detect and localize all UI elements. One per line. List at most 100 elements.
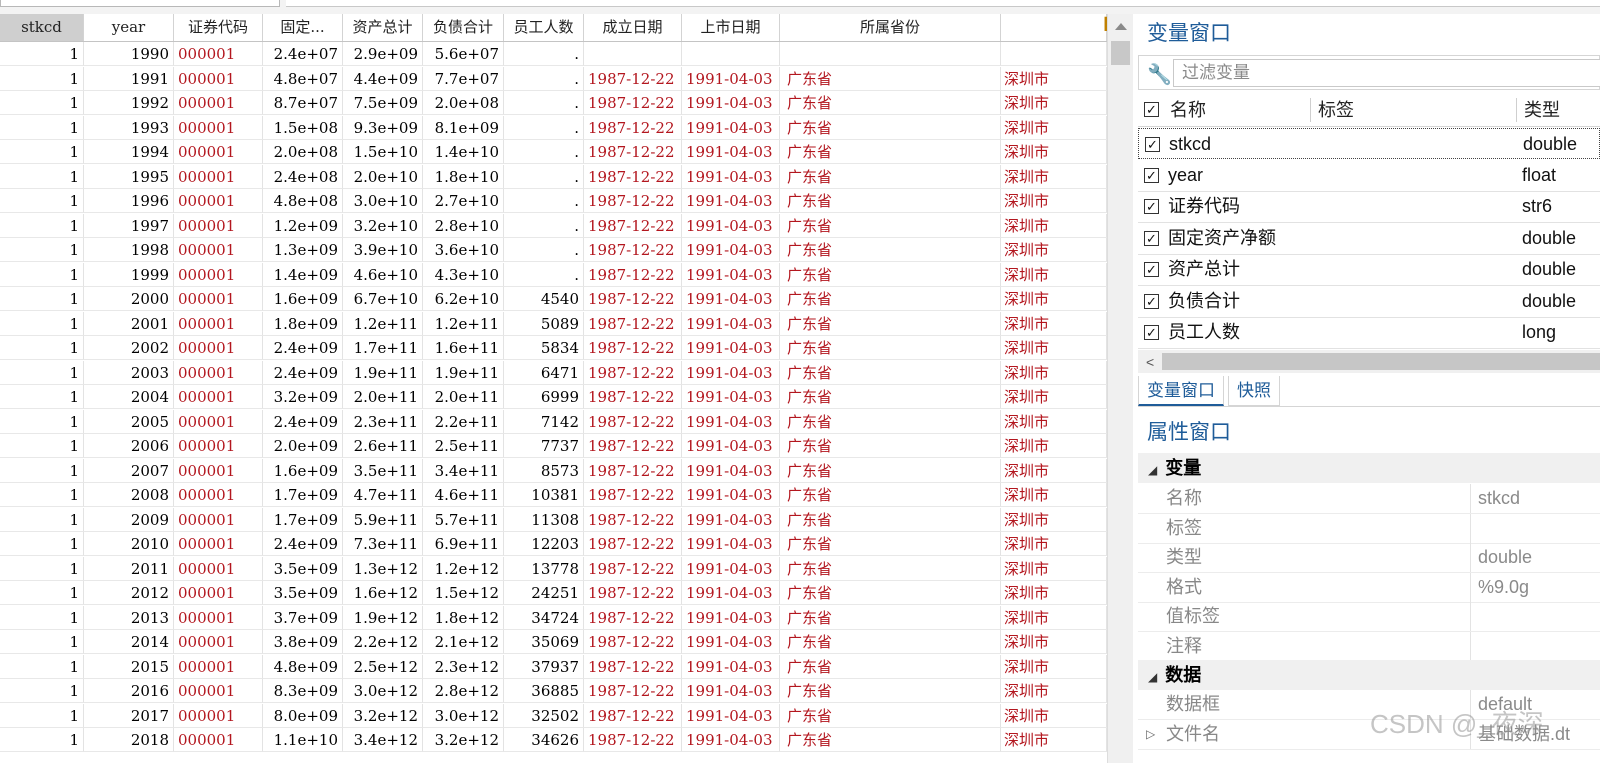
table-cell[interactable]: 8.7e+07 xyxy=(263,91,343,115)
table-cell[interactable]: 000001 xyxy=(174,507,263,532)
table-cell[interactable]: . xyxy=(504,140,584,164)
table-cell[interactable]: 7.3e+11 xyxy=(343,532,423,556)
table-cell[interactable]: 广东省 xyxy=(780,140,1001,164)
table-cell[interactable]: 000001 xyxy=(174,115,263,140)
table-cell[interactable]: 3.9e+10 xyxy=(343,238,423,262)
table-cell[interactable]: 000001 xyxy=(174,164,263,189)
table-cell[interactable]: 广东省 xyxy=(780,115,1001,140)
table-cell[interactable]: 1987-12-22 xyxy=(584,140,682,164)
table-cell[interactable]: 深圳市 xyxy=(1001,213,1107,238)
table-cell[interactable]: 1987-12-22 xyxy=(584,581,682,605)
table-cell[interactable]: 1 xyxy=(0,556,84,581)
table-row[interactable]: 1 2001 000001 1.8e+09 1.2e+11 1.2e+11 5089 1987… xyxy=(0,311,1107,336)
table-cell[interactable]: 2.9e+09 xyxy=(343,42,423,66)
table-cell[interactable]: 广东省 xyxy=(780,581,1001,605)
table-cell[interactable]: 深圳市 xyxy=(1001,140,1107,164)
table-cell[interactable]: 深圳市 xyxy=(1001,385,1107,409)
table-cell[interactable]: 1 xyxy=(0,140,84,164)
table-row[interactable]: 1 2005 000001 2.4e+09 2.3e+11 2.2e+11 7142 1987… xyxy=(0,409,1107,434)
header-label[interactable]: 标签 xyxy=(1318,94,1354,126)
table-cell[interactable]: 2.0e+08 xyxy=(423,91,504,115)
table-cell[interactable]: 2.2e+12 xyxy=(343,630,423,654)
table-cell[interactable]: 1987-12-22 xyxy=(584,238,682,262)
column-header[interactable]: 固定... xyxy=(263,14,343,41)
table-cell[interactable]: 1987-12-22 xyxy=(584,409,682,434)
table-cell[interactable]: 1999 xyxy=(84,262,174,287)
table-cell[interactable]: 6.9e+11 xyxy=(423,532,504,556)
table-row[interactable]: 1 2003 000001 2.4e+09 1.9e+11 1.9e+11 6471 1987… xyxy=(0,360,1107,385)
table-cell[interactable]: 广东省 xyxy=(780,409,1001,434)
table-cell[interactable]: 深圳市 xyxy=(1001,556,1107,581)
table-cell[interactable]: 5.7e+11 xyxy=(423,507,504,532)
scroll-up-icon[interactable] xyxy=(1115,23,1127,30)
table-cell[interactable]: 1.7e+11 xyxy=(343,336,423,360)
table-cell[interactable]: 广东省 xyxy=(780,532,1001,556)
table-cell[interactable]: 2005 xyxy=(84,409,174,434)
table-cell[interactable]: 4.3e+10 xyxy=(423,262,504,287)
table-cell[interactable]: 13778 xyxy=(504,556,584,581)
table-row[interactable]: 1 1991 000001 4.8e+07 4.4e+09 7.7e+07. 1987-12… xyxy=(0,66,1107,91)
table-cell[interactable]: 000001 xyxy=(174,66,263,91)
table-cell[interactable]: 1987-12-22 xyxy=(584,532,682,556)
expand-triangle-icon[interactable]: ▷ xyxy=(1146,720,1155,749)
variable-row[interactable]: ✓ 负债合计 double xyxy=(1138,286,1600,318)
table-cell[interactable]: 广东省 xyxy=(780,728,1001,752)
table-cell[interactable]: 1 xyxy=(0,458,84,483)
table-cell[interactable]: 5089 xyxy=(504,311,584,336)
table-cell[interactable]: 1.9e+12 xyxy=(343,605,423,630)
table-cell[interactable]: 1 xyxy=(0,434,84,458)
table-cell[interactable]: 000001 xyxy=(174,409,263,434)
table-cell[interactable]: 1991-04-03 xyxy=(682,385,780,409)
table-cell[interactable]: 1991-04-03 xyxy=(682,434,780,458)
table-cell[interactable]: 000001 xyxy=(174,238,263,262)
variable-row[interactable]: ✓ year float xyxy=(1138,160,1600,192)
table-cell[interactable]: 深圳市 xyxy=(1001,703,1107,728)
table-cell[interactable]: 000001 xyxy=(174,311,263,336)
table-cell[interactable]: 1.9e+11 xyxy=(423,360,504,385)
table-cell[interactable]: 1 xyxy=(0,385,84,409)
table-cell[interactable]: 000001 xyxy=(174,91,263,115)
table-row[interactable]: 1 2007 000001 1.6e+09 3.5e+11 3.4e+11 8573 1987… xyxy=(0,458,1107,483)
table-cell[interactable]: 广东省 xyxy=(780,458,1001,483)
table-cell[interactable]: 1987-12-22 xyxy=(584,115,682,140)
wrench-icon[interactable]: 🔧 xyxy=(1147,62,1172,87)
table-cell[interactable]: 1 xyxy=(0,213,84,238)
table-cell[interactable]: 1991-04-03 xyxy=(682,483,780,507)
table-cell[interactable]: 1987-12-22 xyxy=(584,336,682,360)
variable-group-header[interactable]: ◢ 变量 xyxy=(1138,453,1600,483)
variable-checkbox[interactable]: ✓ xyxy=(1144,293,1159,309)
table-cell[interactable]: 3.0e+10 xyxy=(343,189,423,213)
table-cell[interactable]: 广东省 xyxy=(780,238,1001,262)
variable-checkbox[interactable]: ✓ xyxy=(1144,199,1159,214)
table-cell[interactable]: 1.8e+10 xyxy=(423,164,504,189)
table-cell[interactable]: 1991 xyxy=(84,66,174,91)
table-cell[interactable]: 7142 xyxy=(504,409,584,434)
table-cell[interactable]: 1.2e+09 xyxy=(263,213,343,238)
table-cell[interactable]: 7737 xyxy=(504,434,584,458)
table-row[interactable]: 1 1997 000001 1.2e+09 3.2e+10 2.8e+10. 1987-12… xyxy=(0,213,1107,238)
table-cell[interactable]: . xyxy=(504,238,584,262)
table-cell[interactable]: 广东省 xyxy=(780,703,1001,728)
table-cell[interactable]: 1.2e+12 xyxy=(423,556,504,581)
table-cell[interactable]: 1 xyxy=(0,679,84,703)
table-cell[interactable]: 2016 xyxy=(84,679,174,703)
table-cell[interactable] xyxy=(780,42,1001,66)
table-cell[interactable] xyxy=(584,42,682,66)
table-cell[interactable]: 1.5e+10 xyxy=(343,140,423,164)
table-cell[interactable]: 2.8e+12 xyxy=(423,679,504,703)
table-cell[interactable]: . xyxy=(504,262,584,287)
table-row[interactable]: 1 1992 000001 8.7e+07 7.5e+09 2.0e+08. 1987-12… xyxy=(0,91,1107,115)
table-cell[interactable]: 1.4e+09 xyxy=(263,262,343,287)
table-cell[interactable]: 1 xyxy=(0,630,84,654)
table-cell[interactable]: 36885 xyxy=(504,679,584,703)
table-cell[interactable]: 2.4e+09 xyxy=(263,532,343,556)
table-cell[interactable]: 1 xyxy=(0,507,84,532)
table-cell[interactable]: 000001 xyxy=(174,140,263,164)
table-cell[interactable]: 2.6e+11 xyxy=(343,434,423,458)
table-cell[interactable]: 1.9e+11 xyxy=(343,360,423,385)
table-cell[interactable]: 2011 xyxy=(84,556,174,581)
property-row[interactable]: 值标签 xyxy=(1138,602,1600,632)
table-cell[interactable]: 2001 xyxy=(84,311,174,336)
table-cell[interactable]: 2018 xyxy=(84,728,174,752)
table-cell[interactable]: 3.5e+09 xyxy=(263,556,343,581)
